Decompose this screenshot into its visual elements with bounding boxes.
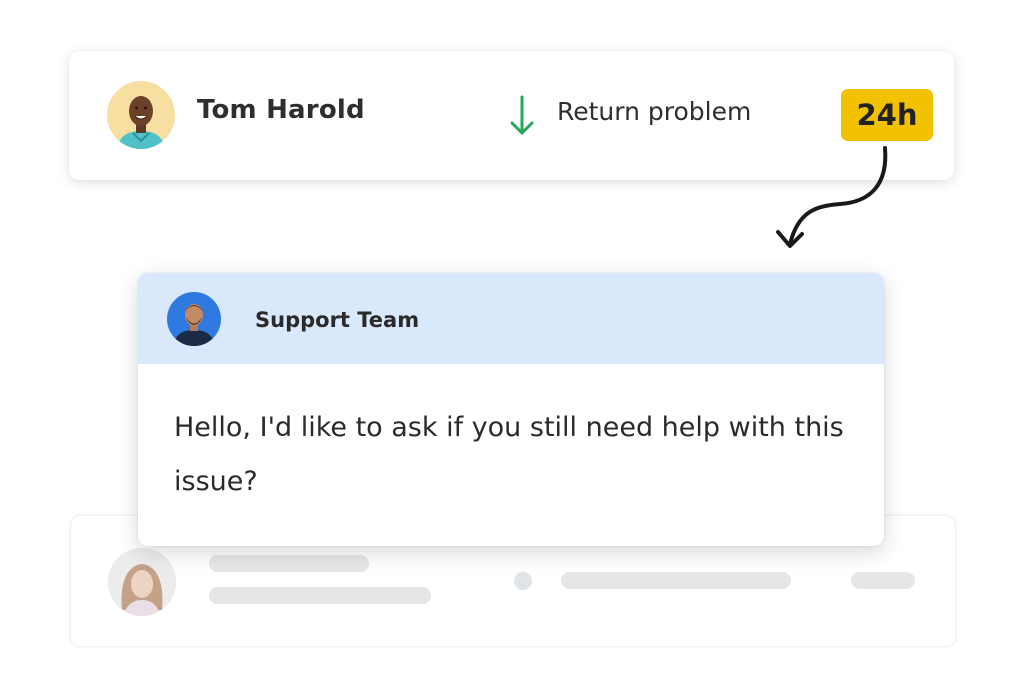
placeholder-line xyxy=(561,572,791,589)
placeholder-icon xyxy=(514,572,532,590)
message-header: Support Team xyxy=(138,273,884,364)
customer-name: Tom Harold xyxy=(197,95,365,125)
arrow-down-icon xyxy=(510,95,534,135)
curved-arrow-icon xyxy=(776,146,888,248)
message-text: Hello, I'd like to ask if you still need… xyxy=(174,412,844,497)
placeholder-line xyxy=(209,555,369,572)
avatar xyxy=(167,292,221,346)
support-avatar-image xyxy=(167,292,221,346)
sender-name: Support Team xyxy=(255,308,420,332)
placeholder-line xyxy=(209,587,431,604)
customer-avatar-image xyxy=(108,548,176,616)
customer-avatar-image xyxy=(107,81,175,149)
placeholder-line xyxy=(851,572,915,589)
ticket-subject: Return problem xyxy=(557,97,752,126)
message-card[interactable]: Support Team Hello, I'd like to ask if y… xyxy=(138,273,884,546)
sla-badge: 24h xyxy=(841,89,933,141)
avatar xyxy=(108,548,176,616)
avatar xyxy=(107,81,175,149)
